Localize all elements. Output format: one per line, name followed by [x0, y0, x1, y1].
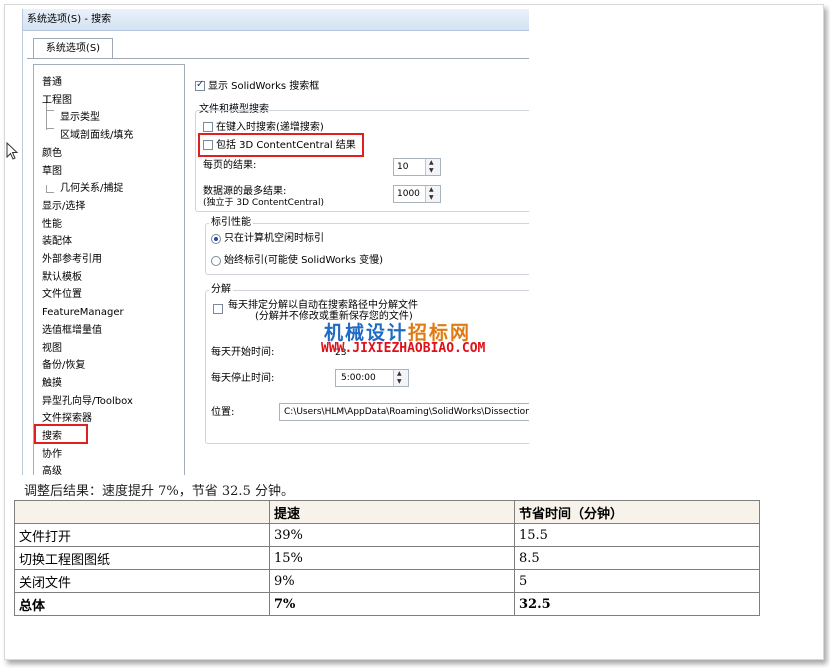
index-performance-title: 标引性能 [209, 217, 253, 229]
index-always-label: 始终标引(可能使 SolidWorks 变慢) [224, 255, 384, 266]
table-cell: 关闭文件 [14, 569, 270, 593]
tree-item[interactable]: 外部参考引用 [42, 253, 102, 267]
index-idle-radio[interactable] [211, 234, 221, 244]
stop-time-value: 5:00:00 [341, 373, 376, 383]
table-row: 文件打开 39% 15.5 [14, 523, 760, 547]
tree-item[interactable]: 协作 [42, 448, 62, 462]
results-per-page-stepper[interactable]: 10 ▲ ▼ [393, 158, 441, 176]
tree-item[interactable]: 默认模板 [42, 271, 82, 285]
table-row: 关闭文件 9% 5 [14, 569, 760, 593]
table-cell: 32.5 [514, 592, 760, 616]
max-results-sublabel: (独立于 3D ContentCentral) [203, 198, 324, 208]
watermark-url: WWW.JIXIEZHAOBIAO.COM [321, 341, 486, 356]
table-cell: 39% [269, 523, 515, 547]
tree-item[interactable]: FeatureManager [42, 306, 124, 320]
system-options-dialog: 系统选项(S) - 搜索 系统选项(S) 普通工程图显示类型区域剖面线/填充颜色… [22, 9, 529, 475]
index-idle-label: 只在计算机空闲时标引 [224, 233, 324, 244]
tree-item[interactable]: 几何关系/捕捉 [60, 182, 123, 196]
chevron-up-icon[interactable]: ▲ [429, 159, 434, 166]
start-time-label: 每天开始时间: [211, 347, 275, 358]
table-cell: 切换工程图图纸 [14, 546, 270, 570]
tree-item[interactable]: 备份/恢复 [42, 359, 85, 373]
table-header-row: 提速 节省时间（分钟） [14, 500, 760, 524]
tree-item[interactable]: 装配体 [42, 235, 72, 249]
tree-item[interactable]: 工程图 [42, 94, 72, 108]
results-per-page-value: 10 [397, 162, 409, 172]
tree-item[interactable]: 区域剖面线/填充 [60, 129, 133, 143]
results-per-page-label: 每页的结果: [203, 160, 257, 171]
options-tree: 普通工程图显示类型区域剖面线/填充颜色草图几何关系/捕捉显示/选择性能装配体外部… [33, 64, 185, 475]
tree-item[interactable]: 显示类型 [60, 111, 100, 125]
tree-item[interactable]: 显示/选择 [42, 200, 85, 214]
dialog-title: 系统选项(S) - 搜索 [23, 9, 529, 31]
table-total-row: 总体 7% 32.5 [14, 592, 760, 616]
search-while-typing-checkbox[interactable] [203, 122, 213, 132]
tab-system-options[interactable]: 系统选项(S) [33, 38, 113, 59]
results-table: 提速 节省时间（分钟） 文件打开 39% 15.5 切换工程图图纸 15% 8.5 关闭文件… [14, 500, 760, 616]
location-input[interactable]: C:\Users\HLM\AppData\Roaming\SolidWorks\… [279, 403, 529, 421]
tree-connector [46, 110, 54, 111]
table-cell: 7% [269, 592, 515, 616]
chevron-up-icon[interactable]: ▲ [397, 370, 402, 377]
show-search-box-checkbox[interactable] [195, 79, 205, 91]
stop-time-label: 每天停止时间: [211, 373, 275, 384]
tree-item[interactable]: 异型孔向导/Toolbox [42, 395, 133, 409]
tab-divider [27, 58, 529, 59]
include-3d-content-highlight [198, 133, 364, 157]
tree-connector [46, 192, 54, 193]
tree-item[interactable]: 高级 [42, 465, 62, 475]
tree-item[interactable]: 普通 [42, 76, 62, 90]
tree-item[interactable]: 草图 [42, 165, 62, 179]
stop-time-stepper[interactable]: 5:00:00 ▲ ▼ [335, 369, 409, 387]
chevron-down-icon[interactable]: ▼ [429, 194, 434, 201]
schedule-decompose-checkbox[interactable] [213, 304, 223, 314]
table-cell: 8.5 [514, 546, 760, 570]
column-header: 节省时间（分钟） [514, 500, 760, 524]
tree-item[interactable]: 文件位置 [42, 288, 82, 302]
table-cell: 15% [269, 546, 515, 570]
index-performance-group [205, 223, 529, 275]
selected-item-highlight [34, 424, 88, 444]
tree-connector [46, 128, 54, 129]
show-search-box-label: 显示 SolidWorks 搜索框 [208, 81, 320, 92]
stepper-buttons[interactable]: ▲ ▼ [393, 370, 408, 386]
tree-item[interactable]: 颜色 [42, 147, 62, 161]
max-results-value: 1000 [397, 189, 420, 199]
table-cell: 文件打开 [14, 523, 270, 547]
tree-item[interactable]: 选值框增量值 [42, 324, 102, 338]
table-cell: 9% [269, 569, 515, 593]
table-cell: 15.5 [514, 523, 760, 547]
mouse-cursor-icon [6, 141, 20, 166]
chevron-down-icon[interactable]: ▼ [397, 378, 402, 385]
search-options-panel: 显示 SolidWorks 搜索框 文件和模型搜索 在键入时搜索(递增搜索) 包… [193, 64, 529, 475]
max-results-stepper[interactable]: 1000 ▲ ▼ [393, 185, 441, 203]
table-cell: 总体 [14, 592, 270, 616]
chevron-up-icon[interactable]: ▲ [429, 186, 434, 193]
stepper-buttons[interactable]: ▲ ▼ [425, 186, 440, 202]
column-header [14, 500, 270, 524]
table-row: 切换工程图图纸 15% 8.5 [14, 546, 760, 570]
tree-item[interactable]: 视图 [42, 342, 62, 356]
stepper-buttons[interactable]: ▲ ▼ [425, 159, 440, 175]
column-header: 提速 [269, 500, 515, 524]
location-label: 位置: [211, 407, 235, 418]
result-caption: 调整后结果：速度提升 7%，节省 32.5 分钟。 [24, 484, 294, 499]
index-always-radio[interactable] [211, 256, 221, 266]
decompose-title: 分解 [209, 284, 233, 296]
tree-item[interactable]: 性能 [42, 218, 62, 232]
tree-item[interactable]: 触摸 [42, 377, 62, 391]
table-cell: 5 [514, 569, 760, 593]
chevron-down-icon[interactable]: ▼ [429, 167, 434, 174]
